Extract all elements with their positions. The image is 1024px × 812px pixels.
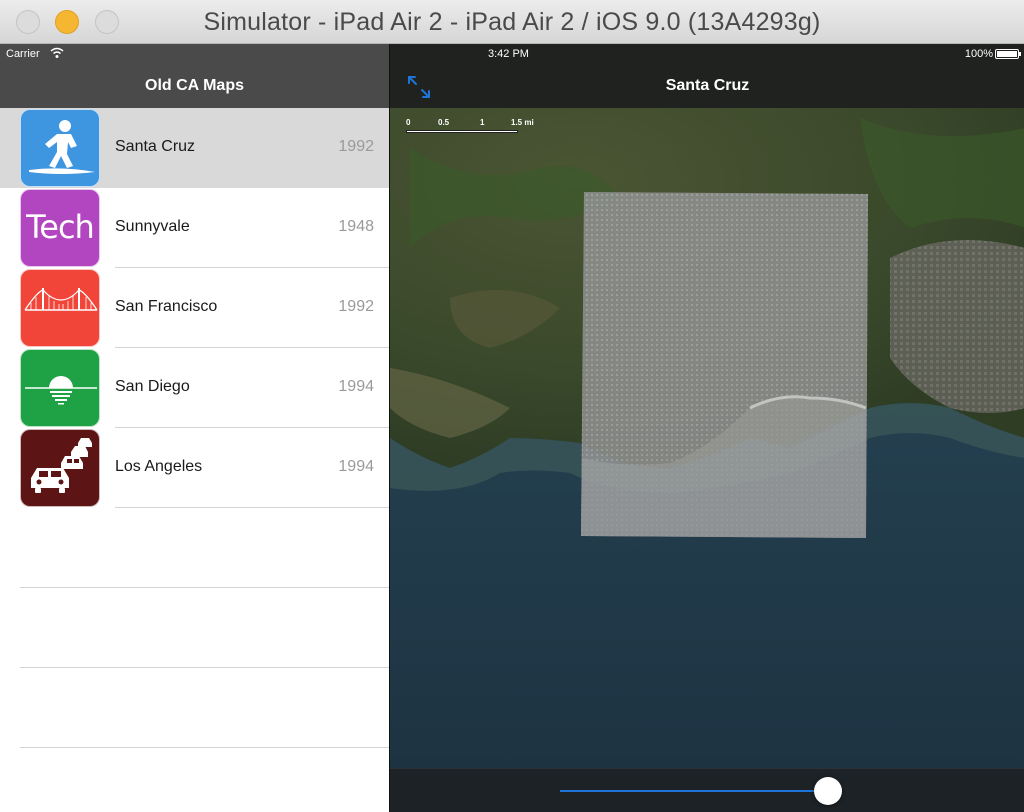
- sunset-icon: [20, 349, 100, 427]
- tech-icon-text: Tech: [26, 208, 95, 246]
- ipad-screen: Carrier Old CA Maps Santa Cruz 1992 Tech…: [0, 44, 1024, 812]
- battery-percentage: 100%: [964, 48, 993, 60]
- empty-row-separator: [20, 587, 389, 588]
- empty-row-separator: [20, 667, 389, 668]
- row-separator: [115, 507, 389, 508]
- list-item[interactable]: Tech Sunnyvale 1948: [0, 188, 389, 268]
- sidebar-nav-bar: Old CA Maps: [0, 64, 389, 108]
- list-item-name: Sunnyvale: [115, 218, 190, 235]
- sidebar-title: Old CA Maps: [145, 77, 244, 94]
- status-bar-right: 3:42 PM 100%: [390, 44, 1024, 64]
- scale-label: 1: [480, 118, 485, 127]
- golden-gate-icon: [20, 269, 100, 347]
- list-item-name: San Francisco: [115, 298, 218, 315]
- list-item[interactable]: Santa Cruz 1992: [0, 108, 389, 188]
- list-item-year: 1994: [338, 378, 374, 395]
- scale-label: 0: [406, 118, 411, 127]
- detail-title: Santa Cruz: [665, 77, 750, 94]
- list-item-name: Santa Cruz: [115, 138, 196, 155]
- map-detail-pane: 3:42 PM 100% Santa Cruz 0 0.5 1 1.5 mi: [389, 44, 1024, 812]
- window-title: Simulator - iPad Air 2 - iPad Air 2 / iO…: [203, 8, 821, 36]
- list-item[interactable]: Los Angeles 1994: [0, 428, 389, 508]
- window-titlebar: Simulator - iPad Air 2 - iPad Air 2 / iO…: [0, 0, 1024, 44]
- map-scale: 0 0.5 1 1.5 mi: [404, 118, 534, 138]
- list-item-year: 1992: [338, 298, 374, 315]
- list-item-name: Los Angeles: [115, 458, 203, 475]
- list-item-year: 1948: [338, 218, 374, 235]
- satellite-map[interactable]: 0 0.5 1 1.5 mi: [390, 108, 1024, 768]
- list-item-year: 1994: [338, 458, 374, 475]
- list-item-name: San Diego: [115, 378, 190, 395]
- surfer-icon: [20, 109, 100, 187]
- list-item[interactable]: San Diego 1994: [0, 348, 389, 428]
- scale-label: 0.5: [438, 118, 450, 127]
- status-bar-left: Carrier: [0, 44, 389, 64]
- map-imagery: [390, 108, 1024, 768]
- scale-label: 1.5 mi: [511, 118, 534, 127]
- sidebar: Carrier Old CA Maps Santa Cruz 1992 Tech…: [0, 44, 389, 812]
- maps-list: Santa Cruz 1992 Tech Sunnyvale 1948 San …: [0, 108, 389, 812]
- list-item-year: 1992: [338, 138, 374, 155]
- overlay-opacity-slider[interactable]: [560, 790, 814, 792]
- wifi-icon: [50, 47, 64, 58]
- clock: 3:42 PM: [488, 48, 529, 60]
- scale-bar: [406, 130, 518, 133]
- historic-map-overlay: [581, 192, 868, 538]
- detail-nav-bar: Santa Cruz: [390, 64, 1024, 108]
- tech-icon: Tech: [20, 189, 100, 267]
- battery-icon: [995, 49, 1021, 59]
- list-item[interactable]: San Francisco 1992: [0, 268, 389, 348]
- empty-row-separator: [20, 747, 389, 748]
- bottom-toolbar: [390, 768, 1024, 812]
- slider-thumb[interactable]: [814, 777, 842, 805]
- carrier-label: Carrier: [6, 48, 40, 60]
- traffic-cars-icon: [20, 429, 100, 507]
